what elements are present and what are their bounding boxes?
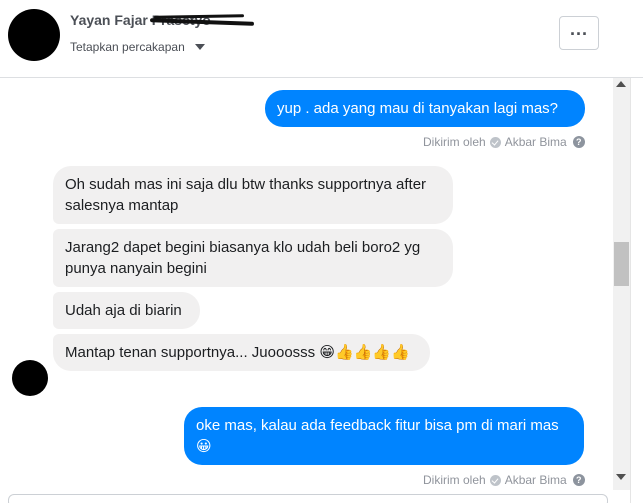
question-circle-icon[interactable]: ?	[572, 136, 585, 148]
message-composer-input[interactable]	[8, 494, 608, 503]
scroll-up-arrow-icon[interactable]	[616, 81, 626, 87]
message-text: Jarang2 dapet begini biasanya klo udah b…	[65, 239, 421, 277]
message-text: Udah aja di biarin	[65, 302, 182, 319]
message-bubble-incoming[interactable]: Udah aja di biarin	[53, 292, 200, 329]
message-bubble-incoming[interactable]: Mantap tenan supportnya... Juooosss 😁👍👍👍…	[53, 334, 430, 371]
conversation-header: Yayan Fajar Prasetyo Tetapkan percakapan…	[0, 0, 643, 78]
check-circle-icon	[489, 136, 501, 148]
sender-name[interactable]: Akbar Bima	[505, 473, 567, 487]
sent-by-row: Dikirim oleh Akbar Bima ?	[423, 135, 585, 149]
pin-conversation-dropdown[interactable]: Tetapkan percakapan	[70, 40, 205, 54]
panel-divider	[630, 78, 643, 503]
message-bubble-outgoing[interactable]: oke mas, kalau ada feedback fitur bisa p…	[184, 407, 584, 465]
message-bubble-outgoing[interactable]: yup . ada yang mau di tanyakan lagi mas?	[265, 90, 585, 127]
sent-by-label: Dikirim oleh	[423, 135, 486, 149]
check-circle-icon	[489, 474, 501, 486]
scroll-down-arrow-icon[interactable]	[616, 474, 626, 480]
more-options-icon: ...	[569, 19, 588, 39]
message-text: Oh sudah mas ini saja dlu btw thanks sup…	[65, 176, 427, 214]
pin-conversation-label: Tetapkan percakapan	[70, 40, 185, 54]
scrollbar[interactable]	[613, 78, 630, 490]
more-options-button[interactable]: ...	[559, 16, 599, 50]
caret-down-icon	[194, 44, 205, 50]
contact-avatar-small[interactable]	[12, 360, 48, 396]
message-text: oke mas, kalau ada feedback fitur bisa p…	[196, 417, 559, 455]
message-bubble-incoming[interactable]: Oh sudah mas ini saja dlu btw thanks sup…	[53, 166, 453, 224]
message-text: yup . ada yang mau di tanyakan lagi mas?	[277, 100, 559, 117]
message-text: Mantap tenan supportnya... Juooosss 😁👍👍👍…	[65, 344, 410, 361]
contact-avatar[interactable]	[8, 9, 60, 61]
message-bubble-incoming[interactable]: Jarang2 dapet begini biasanya klo udah b…	[53, 229, 453, 287]
sender-name[interactable]: Akbar Bima	[505, 135, 567, 149]
question-circle-icon[interactable]: ?	[572, 474, 585, 486]
scrollbar-thumb[interactable]	[614, 242, 629, 286]
name-redaction-scribble	[150, 14, 254, 30]
sent-by-row: Dikirim oleh Akbar Bima ?	[423, 473, 585, 487]
sent-by-label: Dikirim oleh	[423, 473, 486, 487]
